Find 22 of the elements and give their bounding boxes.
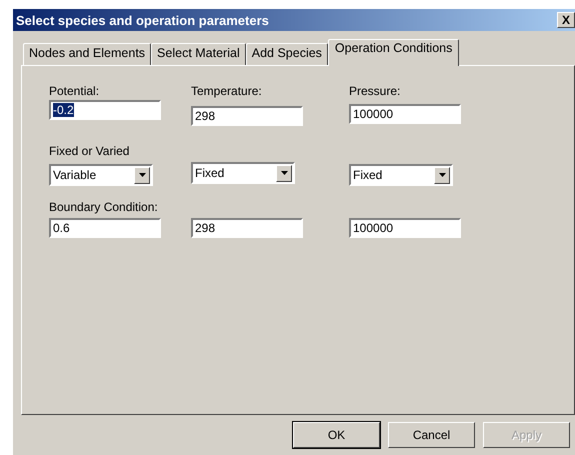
tab[interactable]: Select Material [151, 43, 246, 65]
dialog-button[interactable]: Cancel [388, 422, 475, 448]
dropdown[interactable]: Fixed [191, 162, 295, 184]
tab[interactable]: Nodes and Elements [23, 43, 152, 65]
input-field[interactable]: 298 [191, 106, 303, 126]
window-title: Select species and operation parameters [16, 12, 269, 28]
section-label: Boundary Condition: [49, 200, 158, 214]
input-field[interactable]: 100000 [349, 218, 461, 238]
input-field[interactable]: 0.6 [49, 218, 161, 238]
section-label: Fixed or Varied [49, 144, 130, 158]
input-field[interactable]: 298 [191, 218, 303, 238]
tab[interactable]: Operation Conditions [328, 39, 460, 66]
field-label: Pressure: [349, 84, 402, 98]
dropdown[interactable]: Fixed [349, 164, 453, 186]
input-field[interactable]: 100000 [349, 104, 461, 124]
close-button[interactable]: X [557, 12, 575, 28]
field-label: Temperature: [191, 84, 263, 98]
dialog-button[interactable]: OK [293, 422, 380, 448]
input-field[interactable]: -0.2 [49, 100, 161, 120]
field-label: Potential: [49, 84, 100, 98]
dropdown[interactable]: Variable [49, 164, 153, 186]
tab[interactable]: Add Species [246, 43, 328, 65]
